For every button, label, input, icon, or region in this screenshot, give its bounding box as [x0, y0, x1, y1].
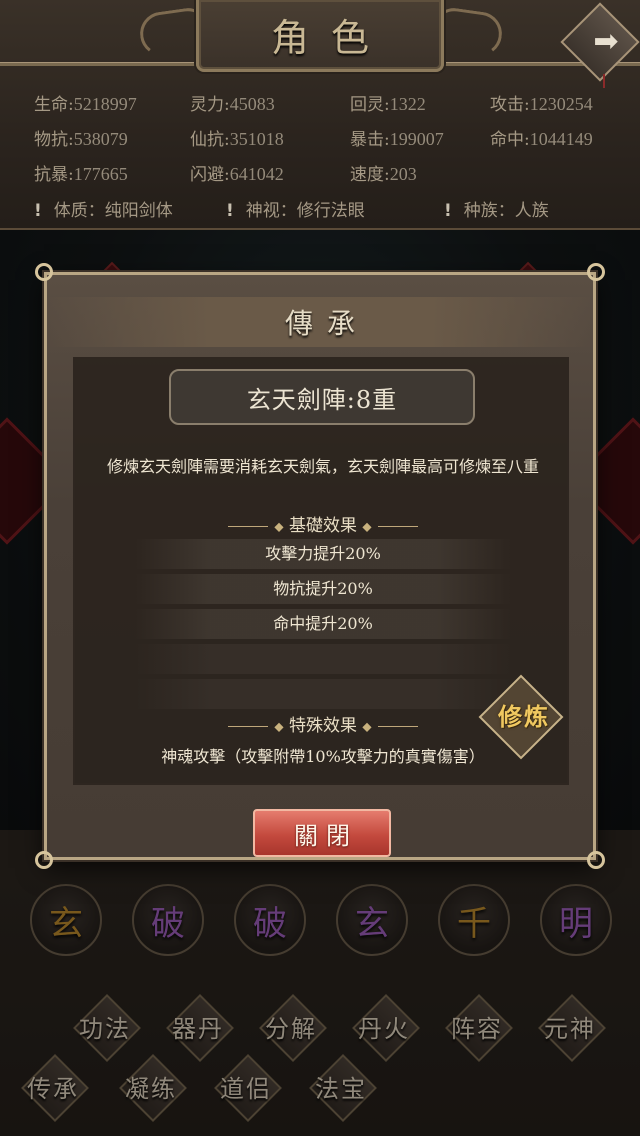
corner-ornament — [35, 851, 53, 869]
arrow-right-icon[interactable]: ➡ — [584, 22, 628, 62]
stat-immortal-resist: 仙抗:351018 — [190, 129, 284, 150]
stat-phys-resist: 物抗:538079 — [34, 129, 128, 150]
trait-race[interactable]: ! 种族：人族 — [444, 196, 549, 221]
base-effect-empty — [135, 679, 511, 709]
page-title: 角色 — [270, 16, 391, 60]
diamond-icon: ◆ — [362, 519, 372, 534]
stat-speed: 速度:203 — [350, 164, 417, 185]
base-effect-1: 攻擊力提升20% — [135, 539, 511, 569]
dialog-title-band: 傳承 — [47, 297, 593, 347]
close-button[interactable]: 關閉 — [253, 809, 391, 857]
info-icon[interactable]: ! — [34, 201, 42, 221]
diamond-icon: ◆ — [362, 719, 372, 734]
skill-name-box: 玄天劍陣:8重 — [169, 369, 475, 425]
base-effect-3: 命中提升20% — [135, 609, 511, 639]
trait-divine-sight[interactable]: ! 神视：修行法眼 — [226, 196, 365, 221]
skill-description: 修煉玄天劍陣需要消耗玄天劍氣，玄天劍陣最高可修煉至八重 — [106, 457, 539, 476]
stat-mana: 灵力:45083 — [190, 94, 275, 115]
stat-hit: 命中:1044149 — [490, 129, 593, 150]
page-title-plate: 角色 — [196, 0, 444, 72]
base-effects-heading: ◆ 基礎效果 ◆ — [75, 511, 571, 536]
cultivate-button-label[interactable]: 修炼 — [481, 699, 567, 735]
inheritance-dialog: 傳承 玄天劍陣:8重 修煉玄天劍陣需要消耗玄天劍氣，玄天劍陣最高可修煉至八重 ◆… — [35, 263, 605, 869]
stat-hp: 生命:5218997 — [34, 94, 137, 115]
corner-ornament — [587, 851, 605, 869]
base-effect-2: 物抗提升20% — [135, 574, 511, 604]
stat-crit-resist: 抗暴:177665 — [34, 164, 128, 185]
stat-mana-regen: 回灵:1322 — [350, 94, 426, 115]
corner-ornament — [587, 263, 605, 281]
stat-crit: 暴击:199007 — [350, 129, 444, 150]
tassel-decoration — [603, 74, 605, 88]
close-button-label: 關閉 — [294, 821, 358, 850]
info-icon[interactable]: ! — [444, 201, 452, 221]
character-traits: ! 体质：纯阳剑体 ! 神视：修行法眼 ! 种族：人族 — [0, 196, 640, 222]
diamond-icon: ◆ — [274, 719, 284, 734]
corner-ornament — [35, 263, 53, 281]
info-icon[interactable]: ! — [226, 201, 234, 221]
trait-constitution[interactable]: ! 体质：纯阳剑体 — [34, 196, 173, 221]
special-effect-text: 神魂攻擊（攻擊附帶10%攻擊力的真實傷害） — [161, 747, 485, 766]
stat-attack: 攻击:1230254 — [490, 94, 593, 115]
stat-dodge: 闪避:641042 — [190, 164, 284, 185]
dialog-title: 傳承 — [284, 307, 369, 340]
skill-name: 玄天劍陣:8重 — [246, 385, 398, 414]
base-effect-empty — [135, 644, 511, 674]
diamond-icon: ◆ — [274, 519, 284, 534]
